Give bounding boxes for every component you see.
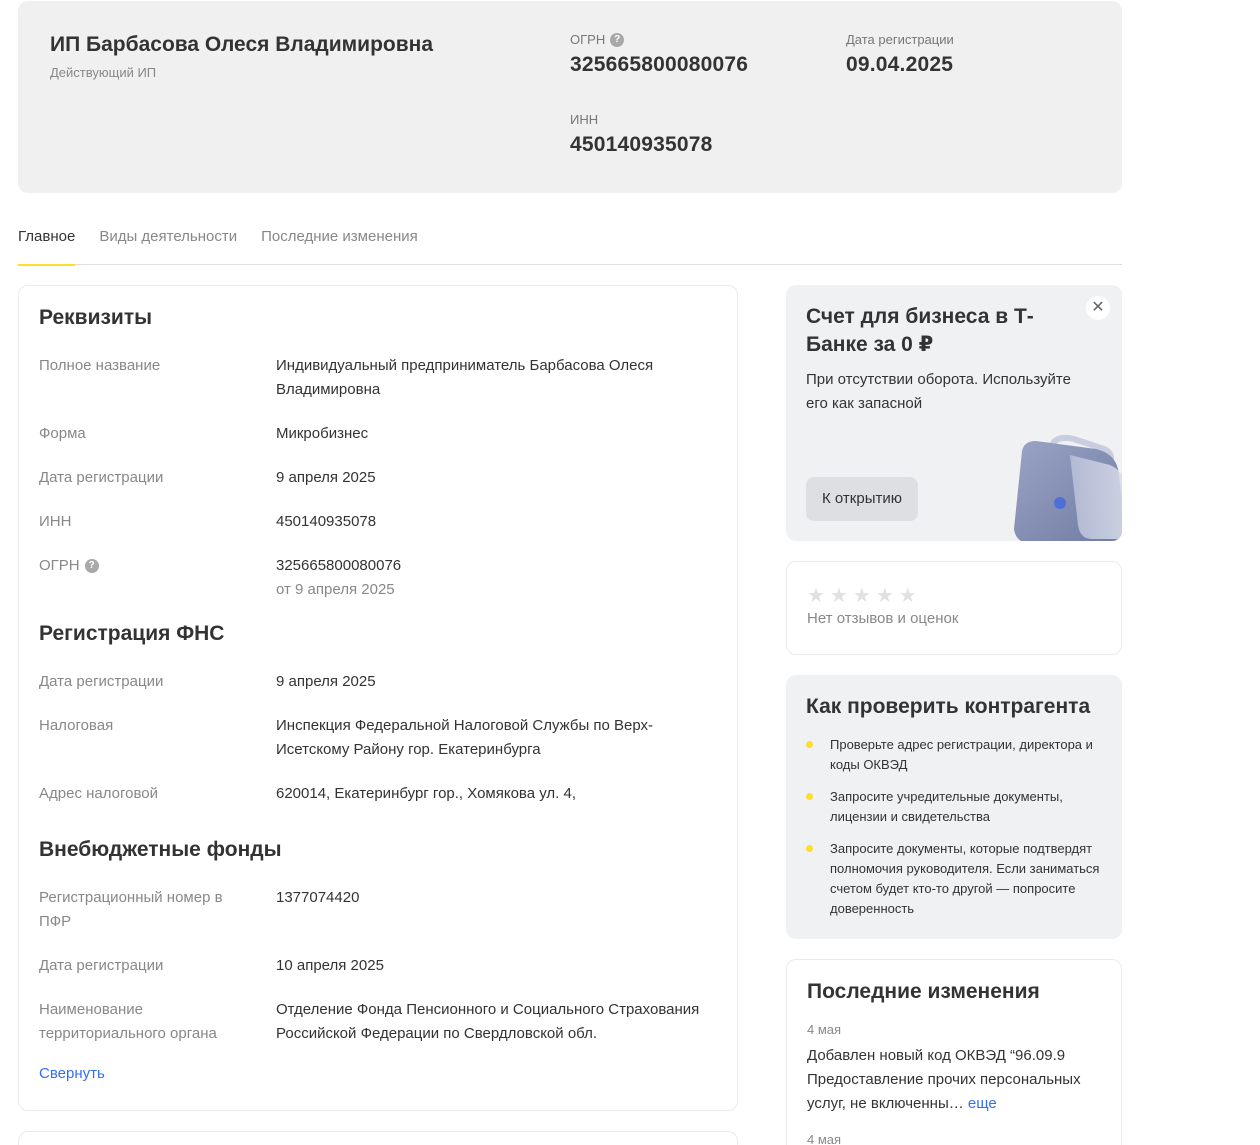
full-name-value: Индивидуальный предприниматель Барбасова… — [276, 357, 654, 398]
reg-date-value: 9 апреля 2025 — [276, 469, 376, 486]
form-label: Форма — [39, 425, 86, 442]
change-date: 4 мая — [807, 1022, 842, 1037]
inn-value: 450140935078 — [276, 513, 377, 530]
tax-value: Инспекция Федеральной Налоговой Службы п… — [276, 717, 654, 758]
funds-reg-date-value: 10 апреля 2025 — [276, 957, 384, 974]
ogrn-label-group: ОГРН ? — [39, 554, 254, 578]
change-date: 4 мая — [807, 1132, 842, 1145]
funds-reg-date-label: Дата регистрации — [39, 957, 164, 974]
reg-date-label: Дата регистрации — [39, 469, 164, 486]
ogrn-label-group: ОГРН ? — [570, 32, 625, 47]
inn-label: ИНН — [39, 513, 72, 530]
close-icon[interactable]: ✕ — [1086, 296, 1110, 320]
inn-label: ИНН — [570, 112, 599, 127]
briefcase-icon — [1014, 434, 1122, 541]
funds-title: Внебюджетные фонды — [39, 838, 282, 861]
fns-reg-date-label: Дата регистрации — [39, 673, 164, 690]
bullet-icon — [806, 845, 813, 852]
check-counterpart-card: Как проверить контрагента Проверьте адре… — [786, 675, 1122, 939]
requisites-title: Реквизиты — [39, 306, 153, 329]
check-item-text: Проверьте адрес регистрации, директора и… — [830, 737, 1093, 772]
ogrn-value: 325665800080076 — [276, 557, 402, 574]
company-header: ИП Барбасова Олеся Владимировна Действую… — [18, 1, 1122, 193]
collapse-link[interactable]: Свернуть — [39, 1065, 105, 1082]
promo-text: При отсутствии оборота. Используйте его … — [806, 371, 1071, 412]
promo-title: Счет для бизнеса в Т-Банке за 0 ₽ — [806, 305, 1034, 356]
tax-address-label: Адрес налоговой — [39, 785, 159, 802]
company-status: Действующий ИП — [50, 65, 157, 80]
next-card — [18, 1131, 738, 1145]
question-icon[interactable]: ? — [610, 32, 625, 47]
last-changes-card: Последние изменения 4 мая Добавлен новый… — [786, 959, 1122, 1145]
tab-last-changes[interactable]: Последние изменения — [261, 224, 418, 265]
tax-label: Налоговая — [39, 717, 114, 734]
reg-date-label: Дата регистрации — [846, 32, 954, 47]
ogrn-value: 325665800080076 — [570, 53, 749, 76]
promo-card: Счет для бизнеса в Т-Банке за 0 ₽ При от… — [786, 285, 1122, 541]
org-label: Наименование территориального органа — [39, 1001, 217, 1042]
bullet-icon — [806, 741, 813, 748]
org-value: Отделение Фонда Пенсионного и Социальног… — [276, 1001, 700, 1042]
tab-bar: Главное Виды деятельности Последние изме… — [18, 224, 1122, 266]
ogrn-label: ОГРН — [570, 32, 606, 47]
pfr-number-value: 1377074420 — [276, 889, 360, 906]
check-item: Запросите учредительные документы, лицен… — [806, 787, 1102, 827]
tab-activities[interactable]: Виды деятельности — [99, 224, 237, 265]
fns-reg-date-value: 9 апреля 2025 — [276, 673, 376, 690]
change-text: Добавлен новый код ОКВЭД “96.09.9 Предос… — [807, 1044, 1107, 1116]
change-text-body: Добавлен новый код ОКВЭД “96.09.9 Предос… — [807, 1047, 1081, 1112]
star-icon: ★ — [807, 585, 825, 607]
check-item-text: Запросите учредительные документы, лицен… — [830, 789, 1063, 824]
inn-value: 450140935078 — [570, 133, 713, 156]
changes-title: Последние изменения — [807, 980, 1040, 1003]
star-icon: ★ — [898, 585, 917, 607]
check-item: Запросите документы, которые подтвердят … — [806, 839, 1102, 919]
star-icon: ★ — [852, 585, 871, 607]
tab-main[interactable]: Главное — [18, 224, 76, 266]
rating-text: Нет отзывов и оценок — [807, 610, 959, 627]
company-name: ИП Барбасова Олеся Владимировна — [50, 33, 434, 56]
open-account-button[interactable]: К открытию — [806, 477, 918, 521]
ogrn-date: от 9 апреля 2025 — [276, 581, 395, 598]
question-icon[interactable]: ? — [84, 559, 99, 573]
star-icon: ★ — [829, 585, 848, 607]
check-item: Проверьте адрес регистрации, директора и… — [806, 735, 1102, 775]
rating-card: ★ ★ ★ ★ ★ Нет отзывов и оценок — [786, 561, 1122, 655]
fns-title: Регистрация ФНС — [39, 622, 225, 645]
ogrn-label: ОГРН — [39, 557, 80, 574]
more-link[interactable]: еще — [968, 1095, 997, 1112]
star-icon: ★ — [875, 585, 894, 607]
check-title: Как проверить контрагента — [806, 695, 1091, 718]
tax-address-value: 620014, Екатеринбург гор., Хомякова ул. … — [276, 785, 577, 802]
form-value: Микробизнес — [276, 425, 369, 442]
ogrn-value-group: 325665800080076 от 9 апреля 2025 — [276, 554, 716, 602]
reg-date-value: 09.04.2025 — [846, 53, 954, 76]
rating-stars: ★ ★ ★ ★ ★ — [807, 584, 917, 608]
pfr-number-label: Регистрационный номер в ПФР — [39, 889, 223, 930]
check-item-text: Запросите документы, которые подтвердят … — [830, 841, 1100, 916]
full-name-label: Полное название — [39, 357, 161, 374]
bullet-icon — [806, 793, 813, 800]
details-card: Реквизиты Полное название Индивидуальный… — [18, 285, 738, 1111]
